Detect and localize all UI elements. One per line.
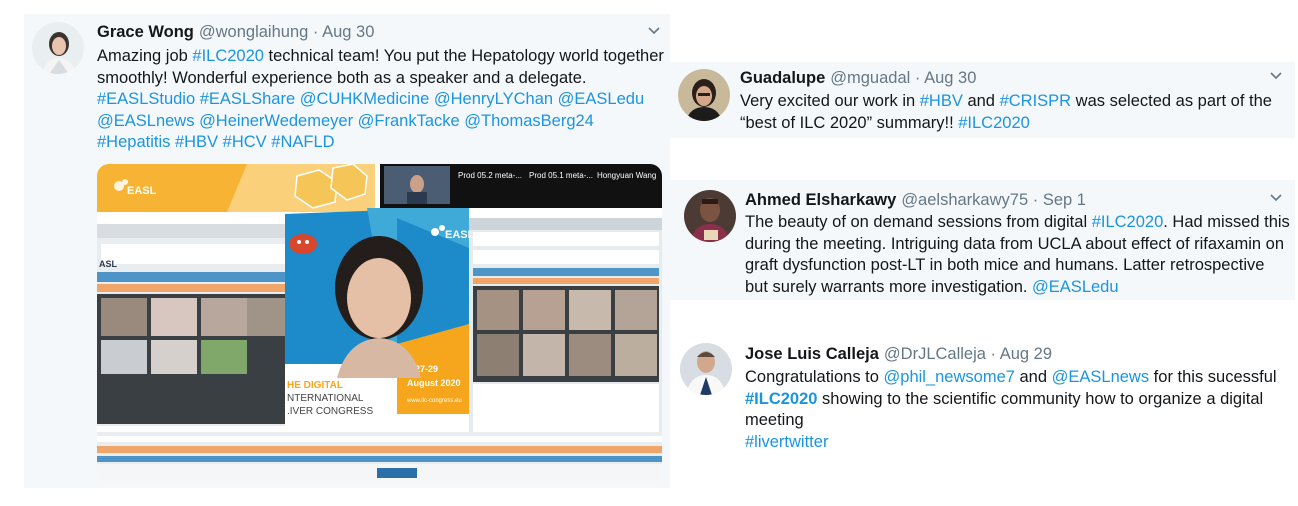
avatar[interactable] — [680, 343, 732, 395]
mention-link[interactable]: @phil_newsome7 — [884, 368, 1015, 386]
mention-link[interactable]: @FrankTacke — [358, 112, 460, 130]
author-handle[interactable]: @aelsharkawy75 — [901, 191, 1028, 209]
tweet-date[interactable]: Aug 30 — [924, 69, 976, 87]
mention-link[interactable]: @HeinerWedemeyer — [199, 112, 353, 130]
event-title-line: NTERNATIONAL — [287, 393, 364, 404]
congress-screenshot: EASL Prod 05.2 meta-... Prod 05.1 meta-.… — [97, 164, 662, 483]
tweet-header: Jose Luis Calleja @DrJLCalleja · Aug 29 — [745, 345, 1052, 364]
hashtag-link[interactable]: #livertwitter — [745, 432, 1290, 454]
tweet-date[interactable]: Aug 29 — [1000, 345, 1052, 363]
participant-label: Prod 05.1 meta-... — [529, 171, 593, 180]
hashtag-link[interactable]: #HBV — [175, 133, 218, 151]
screen-label: ASL — [99, 259, 118, 269]
avatar-photo — [684, 190, 736, 242]
event-url: www.ilc-congress.eu — [406, 398, 462, 404]
hashtag-link[interactable]: #ILC2020 — [1092, 213, 1164, 231]
participant-label: Prod 05.2 meta-... — [458, 171, 522, 180]
hashtag-link[interactable]: #ILC2020 — [745, 390, 817, 408]
chevron-down-icon[interactable] — [1270, 72, 1282, 80]
event-month: August 2020 — [407, 378, 461, 388]
chevron-down-icon[interactable] — [1270, 194, 1282, 202]
hashtag-link[interactable]: #ILC2020 — [958, 114, 1030, 132]
hashtag-link[interactable]: #HCV — [223, 133, 267, 151]
text-run: The beauty of on demand sessions from di… — [745, 213, 1092, 231]
mention-link[interactable]: @CUHKMedicine — [300, 90, 430, 108]
tweet-text: Very excited our work in #HBV and #CRISP… — [740, 91, 1290, 134]
participant-label: Hongyuan Wang — [597, 171, 656, 180]
hashtag-link[interactable]: #CRISPR — [1000, 92, 1072, 110]
separator: · — [312, 23, 319, 41]
avatar[interactable] — [684, 190, 736, 242]
mention-link[interactable]: @ThomasBerg24 — [464, 112, 594, 130]
mention-link[interactable]: @EASLnews — [1052, 368, 1149, 386]
tweet-header: Grace Wong @wonglaihung · Aug 30 — [97, 23, 374, 42]
hashtag-link[interactable]: #HBV — [920, 92, 963, 110]
tweet-text: Congratulations to @phil_newsome7 and @E… — [745, 367, 1290, 453]
tweet-header: Guadalupe @mguadal · Aug 30 — [740, 69, 976, 88]
text-run: and — [962, 92, 1000, 110]
tweet-media-image[interactable]: EASL Prod 05.2 meta-... Prod 05.1 meta-.… — [97, 164, 662, 483]
hashtag-link[interactable]: #EASLStudio — [97, 90, 195, 108]
separator: · — [914, 69, 921, 87]
tweet-text: Amazing job #ILC2020 technical team! You… — [97, 46, 669, 154]
author-name[interactable]: Jose Luis Calleja — [745, 345, 879, 363]
mention-link[interactable]: @EASLedu — [558, 90, 644, 108]
easl-logo-text: EASL — [127, 185, 157, 197]
separator: · — [990, 345, 997, 363]
text-run: Amazing job — [97, 47, 193, 65]
hashtag-link[interactable]: #Hepatitis — [97, 133, 170, 151]
author-name[interactable]: Ahmed Elsharkawy — [745, 191, 896, 209]
mention-link[interactable]: @EASLnews — [97, 112, 194, 130]
text-run: Congratulations to — [745, 368, 884, 386]
event-title-line: HE DIGITAL — [287, 380, 343, 391]
author-handle[interactable]: @wonglaihung — [199, 23, 308, 41]
avatar[interactable] — [678, 69, 730, 121]
separator: · — [1032, 191, 1039, 209]
avatar-photo — [32, 22, 84, 74]
tweet-date[interactable]: Aug 30 — [322, 23, 374, 41]
text-run: Very excited our work in — [740, 92, 920, 110]
author-handle[interactable]: @mguadal — [830, 69, 910, 87]
text-run: and — [1014, 368, 1052, 386]
text-run: showing to the scientific community how … — [745, 389, 1264, 430]
author-name[interactable]: Grace Wong — [97, 23, 194, 41]
hashtag-link[interactable]: #NAFLD — [271, 133, 334, 151]
hashtag-link[interactable]: #EASLShare — [200, 90, 295, 108]
event-title-line: .IVER CONGRESS — [287, 406, 373, 417]
poster-logo: EASL — [445, 229, 475, 241]
hashtag-link[interactable]: #ILC2020 — [192, 47, 264, 65]
avatar[interactable] — [32, 22, 84, 74]
mention-link[interactable]: @EASLedu — [1032, 278, 1118, 296]
text-run: for this sucessful — [1149, 368, 1277, 386]
mention-link[interactable]: @HenryLYChan — [434, 90, 553, 108]
author-handle[interactable]: @DrJLCalleja — [884, 345, 986, 363]
tweet-date[interactable]: Sep 1 — [1043, 191, 1086, 209]
avatar-photo — [680, 343, 732, 395]
tweet-text: The beauty of on demand sessions from di… — [745, 212, 1290, 298]
author-name[interactable]: Guadalupe — [740, 69, 825, 87]
tweet-header: Ahmed Elsharkawy @aelsharkawy75 · Sep 1 — [745, 191, 1086, 210]
chevron-down-icon[interactable] — [648, 27, 660, 35]
avatar-photo — [678, 69, 730, 121]
